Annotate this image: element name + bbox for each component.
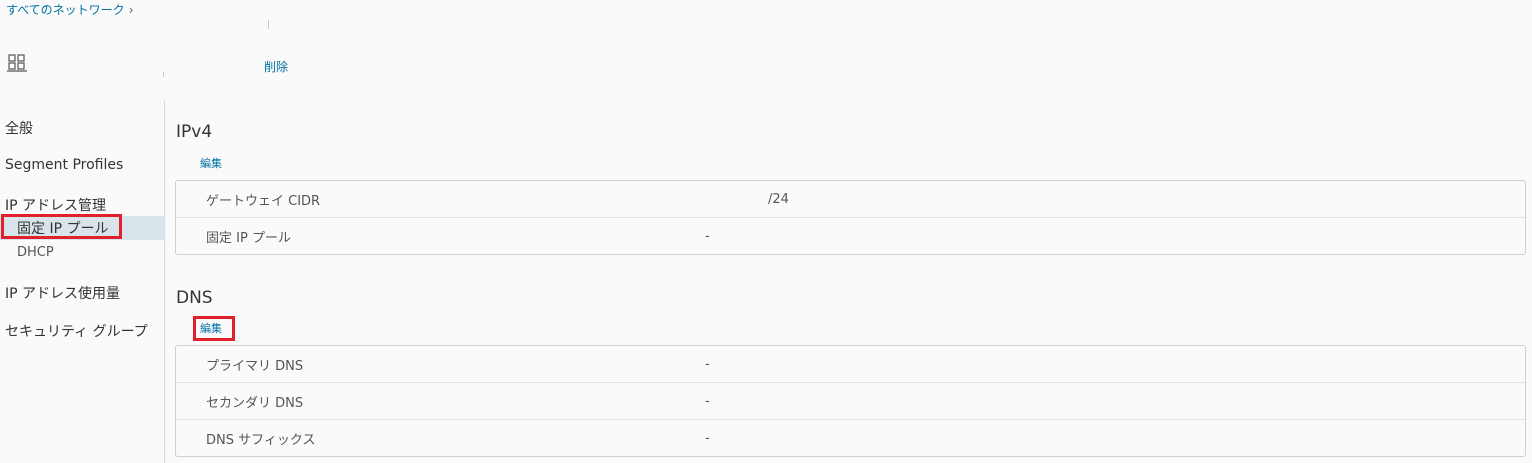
row-label: 固定 IP プール: [206, 231, 291, 246]
dns-row-secondary: セカンダリ DNS -: [176, 383, 1525, 420]
nav-item-ip-usage[interactable]: IP アドレス使用量: [5, 283, 120, 303]
dns-row-suffix: DNS サフィックス -: [176, 420, 1525, 457]
header-divider: [268, 20, 269, 29]
nav-item-dhcp[interactable]: DHCP: [0, 240, 164, 264]
nav-item-segment-profiles[interactable]: Segment Profiles: [5, 157, 123, 173]
dns-edit-button[interactable]: 編集: [200, 320, 222, 336]
grid-layout-icon[interactable]: [7, 53, 27, 73]
row-label: プライマリ DNS: [206, 358, 304, 374]
network-detail-page: すべてのネットワーク › 削除 全般 Segment Profiles IP ア…: [0, 0, 1532, 463]
delete-button[interactable]: 削除: [264, 58, 288, 75]
row-label: セカンダリ DNS: [206, 395, 304, 411]
nav-divider: [164, 100, 165, 463]
breadcrumb[interactable]: すべてのネットワーク ›: [6, 1, 134, 18]
dns-card: プライマリ DNS - セカンダリ DNS - DNS サフィックス -: [175, 345, 1526, 457]
ipv4-row-gateway-cidr: ゲートウェイ CIDR /24: [176, 181, 1525, 218]
row-label: ゲートウェイ CIDR: [206, 193, 321, 209]
row-label: DNS サフィックス: [206, 433, 316, 448]
toolbar-divider: [163, 72, 164, 77]
row-value: -: [705, 229, 710, 244]
nav-item-general[interactable]: 全般: [5, 118, 33, 138]
chevron-right-icon: ›: [128, 2, 134, 17]
dns-section-title: DNS: [176, 288, 213, 308]
ipv4-edit-button[interactable]: 編集: [200, 155, 222, 171]
row-value: -: [705, 431, 710, 446]
dns-row-primary: プライマリ DNS -: [176, 346, 1525, 383]
nav-item-security-group[interactable]: セキュリティ グループ: [5, 321, 148, 341]
nav-group-ip-management: IP アドレス管理: [5, 198, 107, 214]
ipv4-row-static-ip-pool: 固定 IP プール -: [176, 218, 1525, 255]
row-value: -: [705, 356, 710, 372]
row-value: -: [705, 393, 710, 409]
nav-item-static-ip-pool[interactable]: 固定 IP プール: [0, 216, 164, 240]
ipv4-card: ゲートウェイ CIDR /24 固定 IP プール -: [175, 180, 1526, 255]
breadcrumb-all-networks[interactable]: すべてのネットワーク: [6, 1, 125, 18]
ipv4-section-title: IPv4: [176, 122, 213, 142]
row-value: /24: [768, 191, 789, 207]
